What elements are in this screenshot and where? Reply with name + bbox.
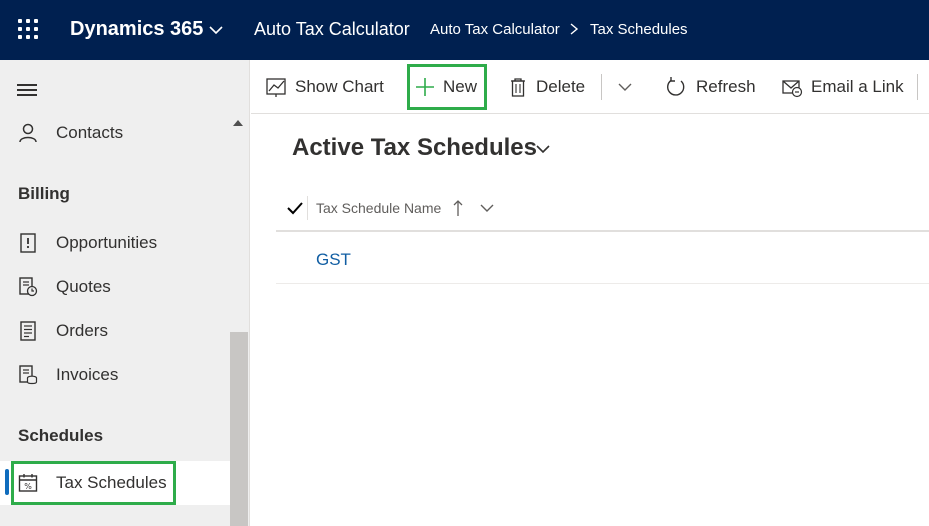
sidebar-item-quotes[interactable]: Quotes <box>0 267 230 307</box>
person-icon <box>19 123 37 143</box>
select-all-checkmark-icon[interactable] <box>286 200 304 216</box>
separator <box>917 74 918 100</box>
app-name[interactable]: Auto Tax Calculator <box>254 19 410 40</box>
selected-indicator <box>5 469 9 495</box>
sort-ascending-arrow-icon <box>453 200 463 216</box>
command-bar: Show Chart New Delete Refresh Email a Li… <box>251 60 929 114</box>
table-row[interactable]: GST <box>276 236 929 284</box>
top-navigation-bar: Dynamics 365 Auto Tax Calculator Auto Ta… <box>0 0 929 60</box>
email-link-button[interactable]: Email a Link <box>781 60 905 114</box>
separator <box>601 74 602 100</box>
refresh-icon <box>667 77 685 96</box>
quote-icon <box>19 277 38 297</box>
highlight-box-new <box>407 64 487 110</box>
view-title[interactable]: Active Tax Schedules <box>292 134 537 162</box>
view-selector-chevron-icon[interactable] <box>535 142 551 156</box>
refresh-button[interactable]: Refresh <box>665 60 757 114</box>
sidebar-item-label: Invoices <box>56 365 119 384</box>
trash-icon <box>511 78 525 97</box>
sidebar-item-label: Quotes <box>56 277 111 296</box>
sidebar-item-label: Orders <box>56 321 108 340</box>
sidebar-item-orders[interactable]: Orders <box>0 311 230 351</box>
column-header-tax-schedule-name[interactable]: Tax Schedule Name <box>316 200 441 216</box>
opportunity-icon <box>20 233 36 253</box>
chevron-down-icon[interactable] <box>617 81 633 93</box>
order-icon <box>20 321 36 341</box>
sidebar-item-label: Opportunities <box>56 233 158 252</box>
show-chart-button[interactable]: Show Chart <box>265 60 393 114</box>
record-link-gst[interactable]: GST <box>316 250 351 270</box>
invoice-icon <box>19 365 38 385</box>
breadcrumb-app[interactable]: Auto Tax Calculator <box>430 21 560 38</box>
grid-header: Tax Schedule Name <box>276 186 929 232</box>
delete-button[interactable]: Delete <box>507 60 589 114</box>
email-link-icon <box>782 80 803 98</box>
sidebar-item-opportunities[interactable]: Opportunities <box>0 223 230 263</box>
sidebar-item-label: Contacts <box>56 123 124 142</box>
sitemap-sidebar: Contacts Billing Opportunities Quotes Or… <box>0 60 250 526</box>
sidebar-item-contacts[interactable]: Contacts <box>0 113 230 153</box>
email-link-label: Email a Link <box>811 77 904 96</box>
breadcrumb-page: Tax Schedules <box>590 21 688 38</box>
group-label-schedules: Schedules <box>18 426 104 445</box>
chart-icon <box>266 78 286 97</box>
chevron-down-icon[interactable] <box>208 22 224 38</box>
brand-title[interactable]: Dynamics 365 <box>70 18 203 41</box>
refresh-label: Refresh <box>696 77 756 96</box>
show-chart-label: Show Chart <box>295 77 384 96</box>
delete-label: Delete <box>536 77 586 96</box>
group-label-billing: Billing <box>18 184 70 203</box>
column-menu-chevron-icon[interactable] <box>479 202 495 214</box>
column-separator <box>307 196 308 220</box>
sidebar-scrollbar[interactable] <box>230 332 248 526</box>
hamburger-menu-icon[interactable] <box>17 82 39 98</box>
sidebar-item-invoices[interactable]: Invoices <box>0 355 230 395</box>
chevron-right-icon <box>570 23 579 35</box>
app-launcher-icon[interactable] <box>18 19 40 41</box>
highlight-box-tax-schedules <box>11 461 176 505</box>
scroll-up-arrow-icon[interactable] <box>233 120 243 126</box>
